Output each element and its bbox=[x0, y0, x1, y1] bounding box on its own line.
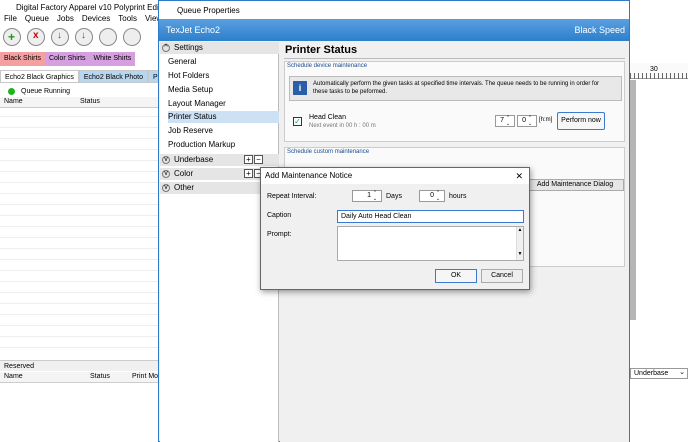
nav-group-label: Underbase bbox=[174, 155, 214, 164]
info-icon: i bbox=[293, 81, 307, 95]
nav-group-label: Other bbox=[174, 183, 195, 192]
queue-status-text: Queue Running bbox=[21, 87, 71, 95]
printer-tabs: Echo2 Black Graphics Echo2 Black Photo P… bbox=[0, 70, 178, 83]
tab-white-shirts[interactable]: White Shirts bbox=[89, 52, 136, 66]
download-icon[interactable] bbox=[51, 28, 69, 46]
delete-job-icon[interactable] bbox=[27, 28, 45, 46]
job-list-header: Name Status bbox=[0, 97, 160, 108]
tab-black-shirts[interactable]: Black Shirts bbox=[0, 52, 45, 66]
scrollbar[interactable]: ▲ ▼ bbox=[516, 227, 523, 260]
nav-item-media-setup[interactable]: Media Setup bbox=[168, 84, 279, 96]
dialog-title: Add Maintenance Notice bbox=[261, 168, 529, 184]
section-title: Schedule custom maintenance bbox=[287, 149, 370, 155]
page-title: Printer Status bbox=[285, 44, 358, 56]
queue-properties-title: Queue Properties bbox=[159, 1, 629, 19]
add-icon[interactable]: + bbox=[244, 169, 253, 178]
hours-stepper[interactable]: 0 bbox=[419, 190, 445, 202]
close-icon[interactable]: ✕ bbox=[515, 168, 523, 184]
status-dot-icon bbox=[8, 87, 15, 95]
queue-status: Queue Running bbox=[0, 86, 160, 96]
printer-banner: TexJet Echo2 Black Speed bbox=[159, 19, 629, 41]
nav-item-general[interactable]: General bbox=[168, 56, 279, 68]
column-name[interactable]: Name bbox=[4, 98, 23, 105]
menu-tools[interactable]: Tools bbox=[118, 14, 137, 25]
expand-icon[interactable]: v bbox=[162, 156, 170, 164]
nav-group-settings[interactable]: ^ Settings bbox=[160, 42, 279, 54]
underbase-select[interactable]: Underbase bbox=[630, 368, 688, 379]
reserved-title: Reserved bbox=[0, 360, 160, 371]
head-clean-label: Head Clean bbox=[309, 114, 346, 121]
menu-queue[interactable]: Queue bbox=[25, 14, 49, 25]
reserved-list[interactable] bbox=[0, 383, 160, 442]
menu-file[interactable]: File bbox=[4, 14, 17, 25]
nav-item-job-reserve[interactable]: Job Reserve bbox=[168, 125, 279, 137]
tab-echo2-black-photo[interactable]: Echo2 Black Photo bbox=[78, 70, 149, 83]
divider bbox=[284, 58, 625, 59]
add-job-icon[interactable] bbox=[3, 28, 21, 46]
queue-tabs: Black Shirts Color Shirts White Shirts bbox=[0, 52, 160, 66]
nav-item-hot-folders[interactable]: Hot Folders bbox=[168, 70, 279, 82]
head-clean-checkbox[interactable]: ✓ bbox=[293, 117, 302, 126]
time-unit-label: [h:m] bbox=[539, 117, 553, 123]
import-icon[interactable] bbox=[75, 28, 93, 46]
section-title: Schedule device maintenance bbox=[287, 63, 368, 69]
ok-button[interactable]: OK bbox=[435, 269, 477, 283]
add-maintenance-notice-dialog: Add Maintenance Notice ✕ Repeat Interval… bbox=[260, 167, 530, 290]
menu-devices[interactable]: Devices bbox=[82, 14, 110, 25]
job-list[interactable] bbox=[0, 108, 160, 358]
caption-label: Caption bbox=[267, 212, 292, 219]
layout-canvas[interactable] bbox=[636, 80, 688, 320]
next-event-text: Next event in 00 h : 00 m bbox=[309, 123, 376, 129]
printer-name: TexJet Echo2 bbox=[166, 25, 221, 35]
hours-stepper[interactable]: 7 bbox=[495, 115, 515, 127]
expand-icon[interactable]: v bbox=[162, 184, 170, 192]
screen: Digital Factory Apparel v10 Polyprint Ed… bbox=[0, 0, 688, 442]
nav-group-label: Settings bbox=[174, 43, 203, 52]
info-text: Automatically perform the given tasks at… bbox=[313, 81, 600, 95]
nav-item-printer-status[interactable]: Printer Status bbox=[168, 111, 279, 123]
days-label: Days bbox=[386, 193, 402, 200]
hours-label: hours bbox=[449, 193, 467, 200]
menu-bar: File Queue Jobs Devices Tools View He bbox=[0, 14, 160, 25]
add-maintenance-dialog-button[interactable]: Add Maintenance Dialog bbox=[526, 179, 624, 191]
collapse-icon[interactable]: ^ bbox=[162, 44, 170, 52]
ruler-ticks bbox=[630, 73, 688, 79]
reserved-column-status[interactable]: Status bbox=[90, 373, 110, 380]
printer-icon[interactable] bbox=[123, 28, 141, 46]
nav-item-layout-manager[interactable]: Layout Manager bbox=[168, 98, 279, 110]
minutes-stepper[interactable]: 0 bbox=[517, 115, 537, 127]
nav-group-underbase[interactable]: v Underbase + − bbox=[160, 154, 279, 166]
remove-icon[interactable]: − bbox=[254, 155, 263, 164]
menu-jobs[interactable]: Jobs bbox=[57, 14, 74, 25]
perform-now-button[interactable]: Perform now bbox=[557, 112, 605, 130]
reserved-column-name[interactable]: Name bbox=[4, 373, 23, 380]
prompt-label: Prompt: bbox=[267, 231, 292, 238]
prompt-textarea[interactable]: ▲ ▼ bbox=[337, 226, 524, 261]
add-icon[interactable]: + bbox=[244, 155, 253, 164]
cancel-button[interactable]: Cancel bbox=[481, 269, 523, 283]
tab-color-shirts[interactable]: Color Shirts bbox=[44, 52, 90, 66]
caption-input[interactable]: Daily Auto Head Clean bbox=[337, 210, 524, 223]
nav-item-production-markup[interactable]: Production Markup bbox=[168, 139, 279, 151]
device-maintenance-section: Schedule device maintenance i Automatica… bbox=[284, 61, 625, 142]
info-box: i Automatically perform the given tasks … bbox=[289, 76, 622, 101]
reserved-column-print-mode[interactable]: Print Mo bbox=[132, 373, 158, 380]
app-title: Digital Factory Apparel v10 Polyprint Ed… bbox=[0, 0, 160, 14]
expand-icon[interactable]: v bbox=[162, 170, 170, 178]
tab-echo2-black-graphics[interactable]: Echo2 Black Graphics bbox=[0, 70, 79, 83]
column-status[interactable]: Status bbox=[80, 98, 100, 105]
ruler-label: 30 bbox=[650, 66, 658, 73]
toolbar bbox=[0, 25, 160, 49]
nav-group-label: Color bbox=[174, 169, 194, 178]
network-icon[interactable] bbox=[99, 28, 117, 46]
days-stepper[interactable]: 1 bbox=[352, 190, 382, 202]
repeat-interval-label: Repeat Interval: bbox=[267, 193, 317, 200]
print-mode: Black Speed bbox=[574, 25, 625, 35]
reserved-list-header: Name Status Print Mo bbox=[0, 372, 160, 383]
